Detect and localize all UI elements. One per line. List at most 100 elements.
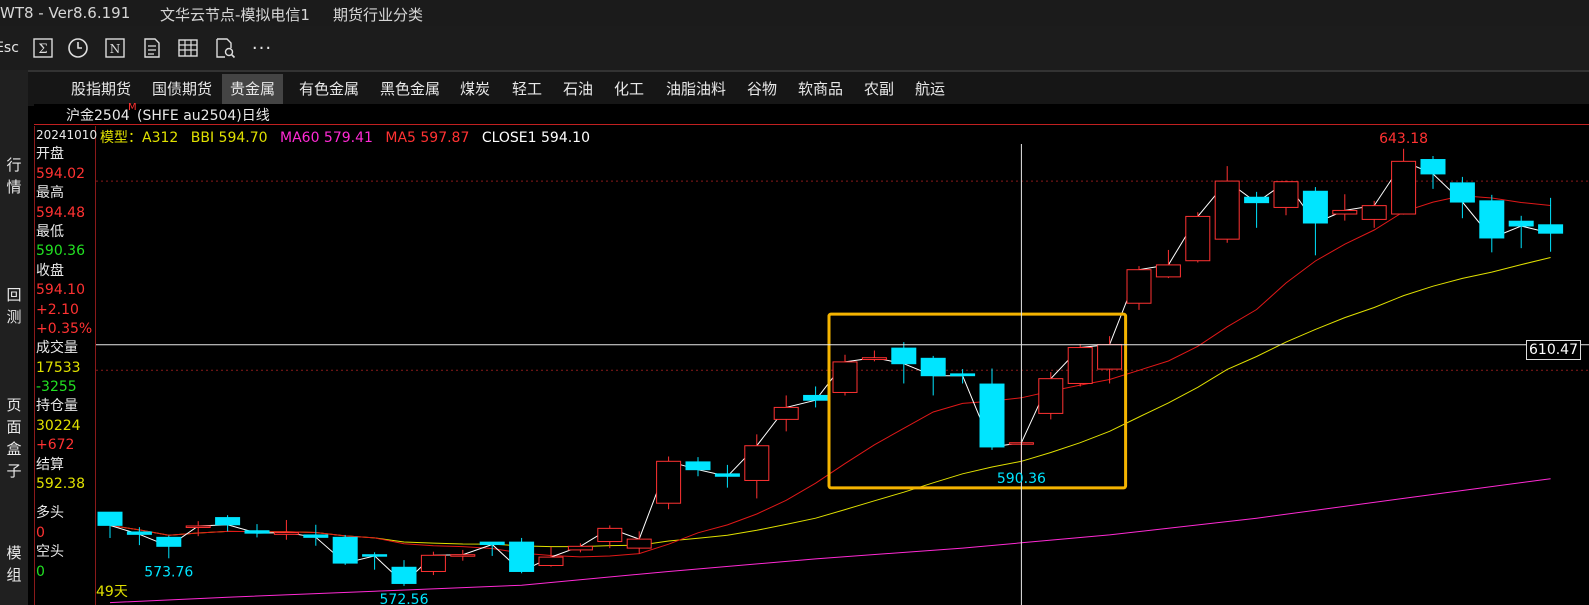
candle-body xyxy=(744,445,770,481)
server-node[interactable]: 文华云节点-模拟电信1 xyxy=(160,4,310,25)
legend-ma5: MA5 597.87 xyxy=(385,130,470,146)
candle-body xyxy=(1361,205,1387,220)
candle-body xyxy=(1538,224,1564,234)
sigma-icon[interactable]: Σ xyxy=(31,36,55,60)
candlestick-chart[interactable]: 643.18 590.36 573.76 572.56 xyxy=(96,126,1589,605)
candle-body xyxy=(1126,269,1152,304)
long-label: 多头 xyxy=(36,505,64,522)
extreme-label-1: 590.36 xyxy=(997,471,1046,487)
candle-body xyxy=(244,530,270,534)
volume-label: 成交量 xyxy=(36,340,78,357)
candle-body xyxy=(420,554,446,572)
category-title[interactable]: 期货行业分类 xyxy=(333,4,423,25)
candle-body xyxy=(597,527,623,543)
toolbar: Esc Σ N ··· xyxy=(0,26,1589,70)
change-value: +2.10 xyxy=(36,301,79,318)
tab-soft-commodities[interactable]: 软商品 xyxy=(790,74,851,104)
candle-body xyxy=(1479,200,1505,239)
bar-date: 20241010 xyxy=(36,128,98,142)
candle-body xyxy=(1155,264,1181,278)
table-icon[interactable] xyxy=(176,36,200,60)
tab-stock-index-futures[interactable]: 股指期货 xyxy=(63,74,139,104)
indicator-legend: 模型：A312 BBI 594.70 MA60 579.41 MA5 597.8… xyxy=(100,127,598,147)
tab-nonferrous-metals[interactable]: 有色金属 xyxy=(291,74,367,104)
chart-header: 沪金2504 M (SHFE au2504)日线 xyxy=(34,102,1589,125)
document-icon[interactable] xyxy=(140,36,164,60)
svg-text:Σ: Σ xyxy=(38,42,47,57)
candle-body xyxy=(950,373,976,377)
extreme-label-0: 643.18 xyxy=(1379,131,1428,147)
candle-body xyxy=(920,357,946,377)
candle-body xyxy=(391,566,417,584)
tab-coal[interactable]: 煤炭 xyxy=(452,74,498,104)
tab-petroleum[interactable]: 石油 xyxy=(555,74,601,104)
low-value: 590.36 xyxy=(36,243,85,260)
svg-text:N: N xyxy=(110,42,121,56)
candle-body xyxy=(1273,181,1299,208)
extreme-label-2: 573.76 xyxy=(144,564,193,580)
legend-model[interactable]: 模型：A312 xyxy=(100,130,178,146)
candle-body xyxy=(861,357,887,361)
open-value: 594.02 xyxy=(36,165,85,182)
tab-chemicals[interactable]: 化工 xyxy=(606,74,652,104)
candle-body xyxy=(126,531,152,535)
close-value: 594.10 xyxy=(36,282,85,299)
candle-body xyxy=(509,541,535,572)
left-tab-page-box[interactable]: 页面盒子 xyxy=(2,394,26,482)
change-percent: +0.35% xyxy=(36,320,93,337)
candle-body xyxy=(1067,347,1093,384)
candle-body xyxy=(891,347,917,365)
tab-grains[interactable]: 谷物 xyxy=(739,74,785,104)
candle-body xyxy=(97,511,123,526)
search-doc-icon[interactable] xyxy=(213,36,237,60)
open-label: 开盘 xyxy=(36,146,64,163)
app-version: WT8 - Ver8.6.191 xyxy=(0,4,131,22)
legend-bbi: BBI 594.70 xyxy=(190,130,268,146)
open-interest-label: 持仓量 xyxy=(36,398,78,415)
tab-precious-metals[interactable]: 贵金属 xyxy=(222,74,284,104)
short-label: 空头 xyxy=(36,544,64,561)
symbol-code: (SHFE au2504)日线 xyxy=(137,108,270,124)
left-tab-backtest[interactable]: 回测 xyxy=(2,284,26,328)
n-box-icon[interactable]: N xyxy=(103,36,127,60)
open-interest-value: 30224 xyxy=(36,417,81,434)
low-label: 最低 xyxy=(36,223,64,240)
candle-body xyxy=(685,461,711,471)
close-label: 收盘 xyxy=(36,262,64,279)
volume-value: 17533 xyxy=(36,359,81,376)
crosshair-price-tag: 610.47 xyxy=(1526,340,1581,360)
candle-body xyxy=(332,536,358,564)
candle-body xyxy=(185,525,211,528)
candle-body xyxy=(832,361,858,393)
candle-body xyxy=(979,383,1005,448)
extreme-label-3: 572.56 xyxy=(380,592,429,605)
candle-body xyxy=(215,517,241,526)
esc-button[interactable]: Esc xyxy=(0,36,20,60)
high-value: 594.48 xyxy=(36,204,85,221)
tab-light-industry[interactable]: 轻工 xyxy=(504,74,550,104)
short-value: 0 xyxy=(36,563,45,580)
category-tab-bar: 股指期货 国债期货 贵金属 有色金属 黑色金属 煤炭 轻工 石油 化工 油脂油料… xyxy=(28,70,1589,106)
candle-body xyxy=(1332,209,1358,215)
long-value: 0 xyxy=(36,524,45,541)
legend-close1: CLOSE1 594.10 xyxy=(481,130,590,146)
tab-oilseeds[interactable]: 油脂油料 xyxy=(658,74,734,104)
tab-agri-byproducts[interactable]: 农副 xyxy=(856,74,902,104)
candle-body xyxy=(156,536,182,547)
settle-value: 592.38 xyxy=(36,476,85,493)
ma60-line xyxy=(109,478,1551,604)
candle-body xyxy=(479,541,505,546)
candle-body xyxy=(1449,182,1475,203)
clock-icon[interactable] xyxy=(66,36,90,60)
candle-body xyxy=(626,538,652,549)
open-interest-change: +672 xyxy=(36,437,75,454)
tab-shipping[interactable]: 航运 xyxy=(907,74,953,104)
candle-body xyxy=(656,460,682,504)
left-tab-quotes[interactable]: 行情 xyxy=(2,154,26,198)
more-icon[interactable]: ··· xyxy=(250,36,274,60)
tab-treasury-futures[interactable]: 国债期货 xyxy=(144,74,220,104)
left-tab-module[interactable]: 模组 xyxy=(2,542,26,586)
main-contract-mark: M xyxy=(128,102,137,113)
candle-body xyxy=(1038,378,1064,414)
tab-ferrous-metals[interactable]: 黑色金属 xyxy=(372,74,448,104)
